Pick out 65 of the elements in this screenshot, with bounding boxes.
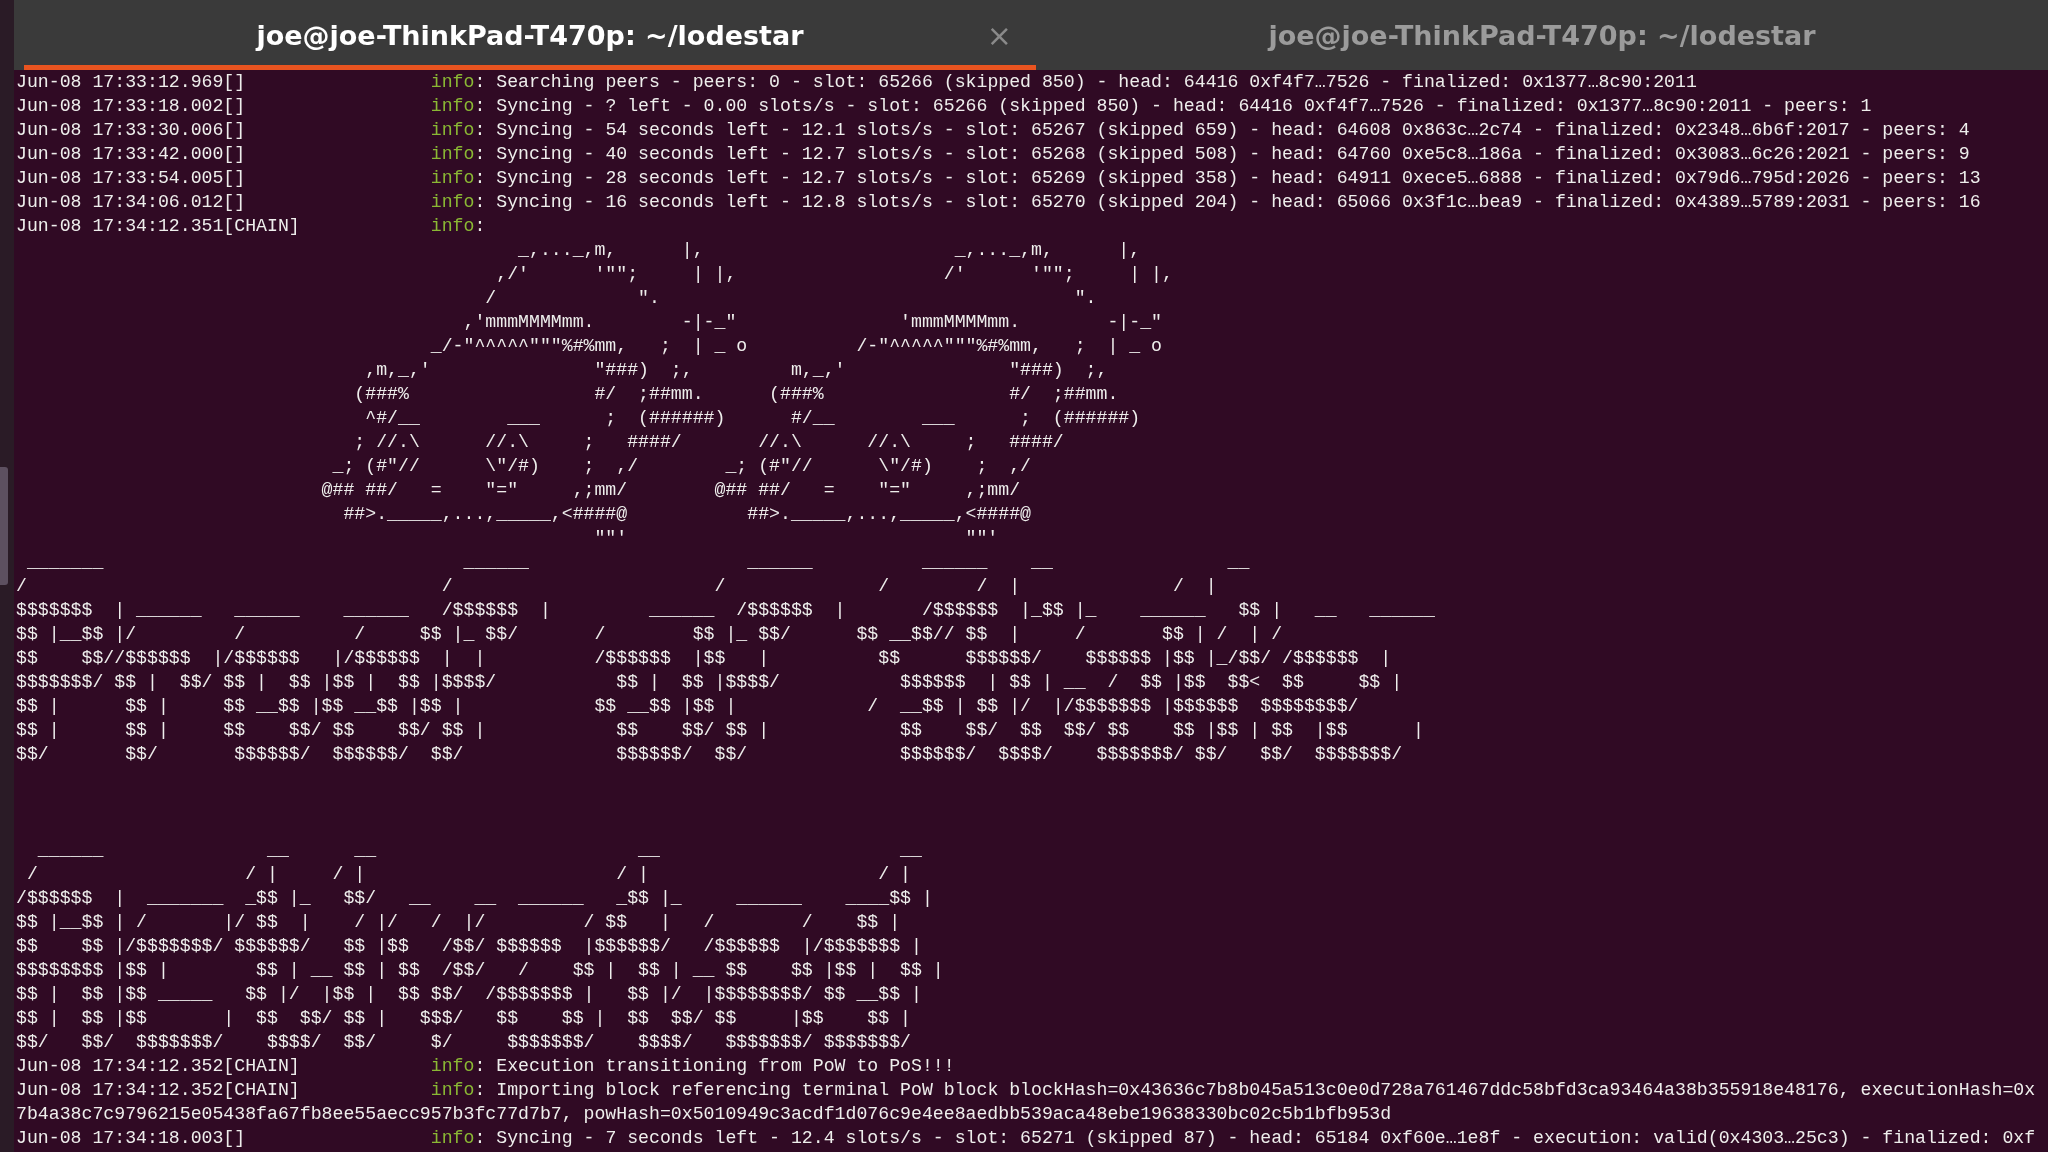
ascii-art-line: _; (#"// \"/#) ; ,/ _; (#"// \"/#) ; ,/: [331, 456, 1032, 476]
ascii-art-line: _,..._,m, |, _,..._,m, |,: [517, 240, 1141, 260]
log-message: : Searching peers - peers: 0 - slot: 65266 (skipped 850) - head: 64416 0xf4f7…7526 - finalized: 0x1377…8c90:2011: [474, 72, 1697, 92]
terminal-tab[interactable]: joe@joe-ThinkPad-T470p: ~/lodestar ×: [24, 0, 1036, 70]
log-message: : Syncing - 40 seconds left - 12.7 slots/s - slot: 65268 (skipped 508) - head: 64760 0xe5c8…186a - finalized: 0x3083…6c26:2021 - peers: 9: [474, 144, 1970, 164]
log-message: 7b4a38c7c9796215e05438fa67fb8ee55aecc957b3fc77d7b7, powHash=0x5010949c3acdf1d076c9e4ee8aedbb539aca48ebe19638330bc02c5b1bfb953d: [16, 1104, 1392, 1124]
ascii-art-line: ______ __ __ __ __: [36, 840, 922, 860]
log-timestamp: Jun-08 17:33:12.969[]: [16, 71, 247, 94]
log-level: info: [430, 216, 475, 236]
ascii-art-line: ^#/__ ___ ; (######) #/__ ___ ; (######): [364, 408, 1141, 428]
ascii-art-line: ##>._____,...,_____,<####@ ##>._____,...,_____,<####@: [342, 504, 1032, 524]
log-message: : Syncing - 16 seconds left - 12.8 slots/s - slot: 65270 (skipped 204) - head: 65066 0x3f1c…bea9 - finalized: 0x4389…5789:2031 - peers: 16: [474, 192, 1981, 212]
log-timestamp: Jun-08 17:34:12.352[CHAIN]: [16, 1055, 301, 1078]
ascii-art-line: $$ $$//$$$$$$ |/$$$$$$ |/$$$$$$ | | /$$$$$$ |$$ | $$ $$$$$$/ $$$$$$ |$$ |_/$$/ /$$$$$$ |: [16, 648, 1392, 668]
log-message: : Syncing - 54 seconds left - 12.1 slots/s - slot: 65267 (skipped 659) - head: 64608 0x863c…2c74 - finalized: 0x2348…6b6f:2017 - peers: 4: [474, 120, 1970, 140]
ascii-art-line: ,'mmmMMMMmm. -|-_" 'mmmMMMMmm. -|-_": [462, 312, 1162, 332]
ascii-art-line: / / / / / | / |: [16, 576, 1217, 596]
ascii-art-line: _______ ______ ______ ______ __ __: [25, 552, 1250, 572]
ascii-art-line: ,m,_,' "###) ;, m,_,' "###) ;,: [364, 360, 1108, 380]
log-timestamp: Jun-08 17:33:42.000[]: [16, 143, 247, 166]
log-level: info: [430, 1056, 475, 1076]
log-message: : Syncing - ? left - 0.00 slots/s - slot: 65266 (skipped 850) - head: 64416 0xf4f7…7526 - finalized: 0x1377…8c90:2011 - peers: 1: [474, 96, 1872, 116]
ascii-art-line: / ". ".: [484, 288, 1097, 308]
log-timestamp: Jun-08 17:34:12.351[CHAIN]: [16, 215, 301, 238]
ascii-art-line: $$ | $$ |$$ _____ $$ |/ |$$ | $$ $$/ /$$$$$$$ | $$ |/ |$$$$$$$$/ $$ __$$ |: [16, 984, 922, 1004]
ascii-art-line: $$ |__$$ | / |/ $$ | / |/ / |/ / $$ | / / $$ |: [16, 912, 901, 932]
ascii-art-line: $$/ $$/ $$$$$$/ $$$$$$/ $$/ $$$$$$/ $$/ $$$$$$/ $$$$/ $$$$$$$/ $$/ $$/ $$$$$$$/: [16, 744, 1403, 764]
log-level: info: [430, 168, 475, 188]
ascii-art-line: $$/ $$/ $$$$$$$/ $$$$/ $$/ $/ $$$$$$$/ $$$$/ $$$$$$$/ $$$$$$$/: [16, 1032, 911, 1052]
ascii-art-line: $$$$$$$ | ______ ______ ______ /$$$$$$ | ______ /$$$$$$ | /$$$$$$ |_$$ |_ ______ $$ | __ ______: [16, 600, 1435, 620]
ascii-art-line: ""' ""': [593, 528, 999, 548]
ascii-art-line: $$ | $$ |$$ | $$ $$/ $$ | $$$/ $$ $$ | $$ $$/ $$ |$$ $$ |: [16, 1008, 911, 1028]
log-timestamp: Jun-08 17:34:12.352[CHAIN]: [16, 1079, 301, 1102]
ascii-art-line: $$$$$$$/ $$ | $$/ $$ | $$ |$$ | $$ |$$$$/ $$ | $$ |$$$$/ $$$$$$ | $$ | __ / $$ |$$ $$< $$ $$ |: [16, 672, 1403, 692]
log-timestamp: Jun-08 17:33:54.005[]: [16, 167, 247, 190]
log-message: : Syncing - 7 seconds left - 12.4 slots/s - slot: 65271 (skipped 87) - head: 65184 0xf60e…1e8f - execution: valid(0x4303…25c3) - finalized: 0xf: [474, 1128, 2036, 1148]
log-level: info: [430, 1080, 475, 1100]
log-timestamp: Jun-08 17:33:30.006[]: [16, 119, 247, 142]
ascii-art-line: $$ |__$$ |/ / / $$ |_ $$/ / $$ |_ $$/ $$ __$$// $$ | / $$ | / | /: [16, 624, 1283, 644]
close-icon[interactable]: ×: [986, 17, 1012, 53]
ascii-art-line: $$ $$ |/$$$$$$$/ $$$$$$/ $$ |$$ /$$/ $$$$$$ |$$$$$$/ /$$$$$$ |/$$$$$$$ |: [16, 936, 922, 956]
ascii-art-line: $$ | $$ | $$ $$/ $$ $$/ $$ | $$ $$/ $$ | $$ $$/ $$ $$/ $$ $$ |$$ | $$ |$$ |: [16, 720, 1424, 740]
ascii-art-line: (###% #/ ;##mm. (###% #/ ;##mm.: [353, 384, 1119, 404]
terminal-tab[interactable]: joe@joe-ThinkPad-T470p: ~/lodestar: [1036, 0, 2048, 70]
log-message: : Syncing - 28 seconds left - 12.7 slots/s - slot: 65269 (skipped 358) - head: 64911 0xece5…6888 - finalized: 0x79d6…795d:2026 - peers: 13: [474, 168, 1981, 188]
ascii-art-line: ,/' '""; | |, /' '""; | |,: [495, 264, 1173, 284]
log-message: : Execution transitioning from PoW to PoS!!!: [474, 1056, 955, 1076]
log-level: info: [430, 192, 475, 212]
log-level: info: [430, 1128, 475, 1148]
ascii-art-line: /$$$$$$ | _______ _$$ |_ $$/ __ __ ______ _$$ |_ ______ ____$$ |: [16, 888, 933, 908]
log-message: :: [474, 216, 486, 236]
ascii-art-line: / / | / | / | / |: [25, 864, 911, 884]
log-level: info: [430, 96, 475, 116]
log-timestamp: Jun-08 17:33:18.002[]: [16, 95, 247, 118]
log-message: : Importing block referencing terminal PoW block blockHash=0x43636c7b8b045a513c0e0d728a761467ddc58bfd3ca93464a38b355918e48176, executionHash=0x: [474, 1080, 2036, 1100]
log-level: info: [430, 144, 475, 164]
ascii-art-line: $$$$$$$$ |$$ | $$ | __ $$ | $$ /$$/ / $$ | $$ | __ $$ $$ |$$ | $$ |: [16, 960, 944, 980]
log-timestamp: Jun-08 17:34:06.012[]: [16, 191, 247, 214]
ascii-art-line: ; //.\ //.\ ; ####/ //.\ //.\ ; ####/: [353, 432, 1064, 452]
log-level: info: [430, 120, 475, 140]
ascii-art-line: $$ | $$ | $$ __$$ |$$ __$$ |$$ | $$ __$$ |$$ | / __$$ | $$ |/ |/$$$$$$$ |$$$$$$ $$$$$$$$/: [16, 696, 1359, 716]
ascii-art-line: @## ##/ = "=" ,;mm/ @## ##/ = "=" ,;mm/: [320, 480, 1021, 500]
log-timestamp: Jun-08 17:34:18.003[]: [16, 1127, 247, 1150]
log-level: info: [430, 72, 475, 92]
ascii-art-line: _/-"^^^^^"""%#%mm, ; | _ o /-"^^^^^"""%#%mm, ; | _ o: [429, 336, 1162, 356]
